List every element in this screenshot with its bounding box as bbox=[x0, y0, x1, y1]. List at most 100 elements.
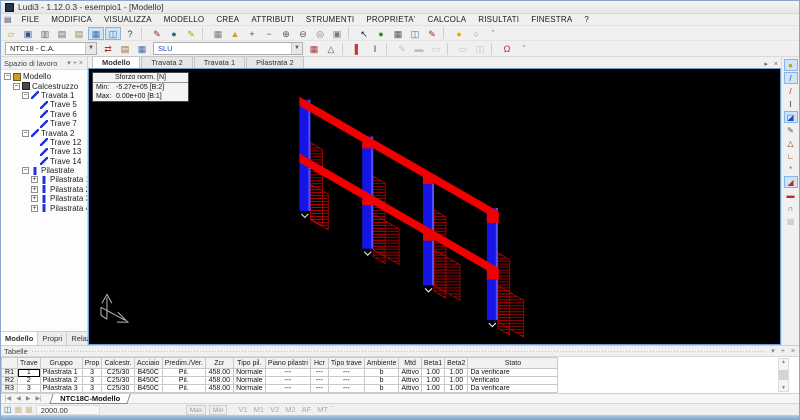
cell-hcr[interactable]: --- bbox=[310, 377, 328, 385]
table-view-icon[interactable]: ◫ bbox=[407, 27, 423, 40]
grid-select-icon[interactable]: ▦ bbox=[210, 27, 226, 40]
cell-piano-pilastri[interactable]: --- bbox=[265, 385, 310, 393]
tree-item-pilastrate[interactable]: −Pilastrate bbox=[1, 166, 87, 175]
menu-visualizza[interactable]: VISUALIZZA bbox=[98, 15, 158, 24]
cell-tipo-pil[interactable]: Normale bbox=[233, 377, 265, 385]
panel-drag-handle[interactable] bbox=[32, 349, 767, 354]
cell-beta1[interactable]: 1.00 bbox=[421, 377, 444, 385]
col-header-tipo-pil[interactable]: Tipo pil. bbox=[233, 358, 265, 369]
cell-beta2[interactable]: 1.00 bbox=[445, 385, 468, 393]
frame1-icon[interactable]: ▭ bbox=[455, 42, 471, 55]
table-zoom-icon[interactable]: ◫ bbox=[4, 405, 12, 414]
tree-item-trave-12[interactable]: Trave 12 bbox=[1, 138, 87, 147]
grid-tool-icon[interactable]: ▦ bbox=[784, 215, 798, 227]
cell-stato[interactable]: Verificato bbox=[468, 377, 558, 385]
collapse-icon[interactable]: − bbox=[22, 130, 29, 137]
tree-item-pilastrata-3[interactable]: +Pilastrata 3 bbox=[1, 194, 87, 203]
row-header[interactable]: R3 bbox=[2, 385, 18, 393]
col-header-ambiente[interactable]: Ambiente bbox=[364, 358, 399, 369]
bar-chart-icon[interactable]: ▌ bbox=[350, 42, 366, 55]
light-on-icon[interactable]: ● bbox=[451, 27, 467, 40]
model-viewport[interactable]: Sforzo norm. [N] Min:-5.27e+05 [B:2] Max… bbox=[88, 68, 781, 345]
grid-add-icon[interactable]: + bbox=[244, 27, 260, 40]
frame2-icon[interactable]: ◫ bbox=[472, 42, 488, 55]
case-combo-dropdown-icon[interactable]: ▼ bbox=[291, 43, 302, 54]
menu-attributi[interactable]: ATTRIBUTI bbox=[245, 15, 300, 24]
node-icon[interactable]: ● bbox=[784, 59, 798, 71]
cell-gruppo[interactable]: Pilastrata 3 bbox=[40, 385, 82, 393]
scroll-up-icon[interactable]: ▲ bbox=[781, 359, 786, 365]
code-combo-dropdown-icon[interactable]: ▼ bbox=[85, 43, 96, 54]
grid-small-icon[interactable]: ▦ bbox=[15, 405, 23, 414]
panel-close-icon[interactable]: × bbox=[78, 60, 84, 67]
expand-icon[interactable]: + bbox=[31, 176, 38, 183]
mesh-icon[interactable]: ▦ bbox=[390, 27, 406, 40]
cell-predim-ver[interactable]: Pil. bbox=[162, 385, 205, 393]
select-arrow-icon[interactable]: ↖ bbox=[356, 27, 372, 40]
collapse-icon[interactable]: − bbox=[22, 92, 29, 99]
tree-item-pilastrata-4[interactable]: +Pilastrata 4 bbox=[1, 203, 87, 212]
cell-tipo-pil[interactable]: Normale bbox=[233, 369, 265, 377]
draw-beam-icon[interactable]: / bbox=[784, 72, 798, 84]
tab-scroll-right-icon[interactable]: ▸ bbox=[761, 60, 771, 68]
cell-zcr[interactable]: 458.00 bbox=[205, 369, 233, 377]
collapse-icon[interactable]: − bbox=[22, 167, 29, 174]
ibeam-icon[interactable]: I bbox=[367, 42, 383, 55]
cell-tipo-trave[interactable]: --- bbox=[328, 369, 364, 377]
cell-acciaio[interactable]: B450C bbox=[134, 385, 162, 393]
cell-calcestr[interactable]: C25/30 bbox=[102, 369, 134, 377]
cell-calcestr[interactable]: C25/30 bbox=[102, 385, 134, 393]
tree-item-pilastrata-1[interactable]: +Pilastrata 1 bbox=[1, 175, 87, 184]
menu-finestra[interactable]: FINESTRA bbox=[525, 15, 578, 24]
brush-icon[interactable]: ▬ bbox=[411, 42, 427, 55]
tree-item-travata-2[interactable]: −Travata 2 bbox=[1, 128, 87, 137]
row-header[interactable]: R2 bbox=[2, 377, 18, 385]
cell-tipo-pil[interactable]: Normale bbox=[233, 385, 265, 393]
pen2-icon[interactable]: ✎ bbox=[394, 42, 410, 55]
pan-icon[interactable]: ◎ bbox=[312, 27, 328, 40]
flags-more-icon[interactable]: ˇ bbox=[331, 407, 333, 413]
copy-icon[interactable]: ▥ bbox=[37, 27, 53, 40]
window-split-icon[interactable]: ◫ bbox=[105, 27, 121, 40]
case-combo[interactable]: SLU▼ bbox=[153, 42, 303, 55]
tree-item-trave-7[interactable]: Trave 7 bbox=[1, 119, 87, 128]
cell-ambiente[interactable]: b bbox=[364, 385, 399, 393]
pen-red-icon[interactable]: ✎ bbox=[149, 27, 165, 40]
combo-edit-icon[interactable]: ▦ bbox=[306, 42, 322, 55]
arch-icon[interactable]: ∩ bbox=[784, 202, 798, 214]
scroll-down-icon[interactable]: ▼ bbox=[781, 385, 786, 391]
cell-mtd[interactable]: Attivo bbox=[399, 385, 422, 393]
tables-pin-icon[interactable]: + bbox=[780, 348, 786, 355]
cell-predim-ver[interactable]: Pil. bbox=[162, 369, 205, 377]
col-header-beta1[interactable]: Beta1 bbox=[421, 358, 444, 369]
min-button[interactable]: Min bbox=[209, 405, 227, 415]
notebook-icon[interactable]: ▤ bbox=[117, 42, 133, 55]
cell-trave[interactable]: 2 bbox=[18, 377, 41, 385]
col-header-beta2[interactable]: Beta2 bbox=[445, 358, 468, 369]
eraser-icon[interactable]: ◪ bbox=[784, 111, 798, 123]
zoom-out-icon[interactable]: ⊖ bbox=[295, 27, 311, 40]
col-header-zcr[interactable]: Zcr bbox=[205, 358, 233, 369]
more2-icon[interactable]: ˇ bbox=[516, 42, 532, 55]
open-icon[interactable]: ▱ bbox=[3, 27, 19, 40]
tree-item-travata-1[interactable]: −Travata 1 bbox=[1, 91, 87, 100]
section-icon[interactable]: I bbox=[784, 98, 798, 110]
save-icon[interactable]: ▣ bbox=[20, 27, 36, 40]
pen-yellow-icon[interactable]: ✎ bbox=[183, 27, 199, 40]
cell-predim-ver[interactable]: Pil. bbox=[162, 377, 205, 385]
box2-icon[interactable]: ▭ bbox=[428, 42, 444, 55]
cell-zcr[interactable]: 458.00 bbox=[205, 377, 233, 385]
cell-mtd[interactable]: Attivo bbox=[399, 369, 422, 377]
cell-beta1[interactable]: 1.00 bbox=[421, 385, 444, 393]
cell-prop[interactable]: 3 bbox=[82, 377, 102, 385]
col-header-acciaio[interactable]: Acciaio bbox=[134, 358, 162, 369]
menu-strumenti[interactable]: STRUMENTI bbox=[300, 15, 360, 24]
draw-red-beam-icon[interactable]: / bbox=[784, 85, 798, 97]
grid-small2-icon[interactable]: ▦ bbox=[25, 405, 33, 414]
col-header-gruppo[interactable]: Gruppo bbox=[40, 358, 82, 369]
view-tab-modello[interactable]: Modello bbox=[92, 56, 140, 68]
max-button[interactable]: Max bbox=[186, 405, 206, 415]
col-header-predim-ver[interactable]: Predim./Ver. bbox=[162, 358, 205, 369]
triangle-tool-icon[interactable]: △ bbox=[784, 137, 798, 149]
wand-icon[interactable]: * bbox=[784, 163, 798, 175]
